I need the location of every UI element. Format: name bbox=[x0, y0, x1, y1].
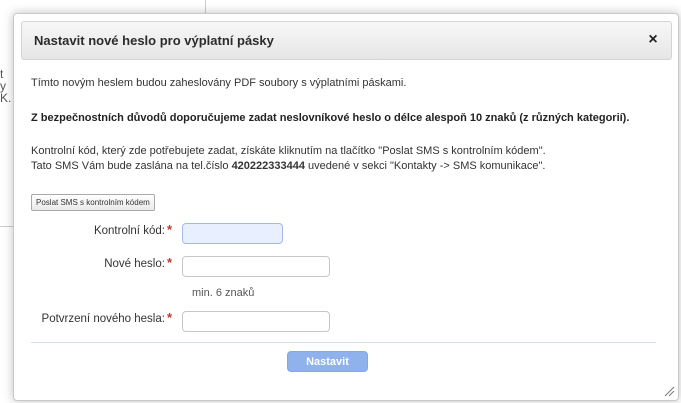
new-password-label: Nové heslo: * bbox=[104, 255, 172, 270]
info-line-2-prefix: Tato SMS Vám bude zaslána na tel.číslo bbox=[31, 160, 232, 172]
set-password-dialog: Nastavit nové heslo pro výplatní pásky ×… bbox=[13, 13, 679, 401]
info-line-2: Tato SMS Vám bude zaslána na tel.číslo 4… bbox=[31, 160, 545, 172]
dialog-title: Nastavit nové heslo pro výplatní pásky bbox=[34, 33, 274, 48]
intro-text: Tímto novým heslem budou zaheslovány PDF… bbox=[31, 77, 407, 89]
control-code-label: Kontrolní kód: * bbox=[94, 222, 172, 237]
required-mark: * bbox=[166, 222, 172, 237]
confirm-password-label: Potvrzení nového hesla: * bbox=[42, 310, 172, 325]
recommendation-text: Z bezpečnostních důvodů doporučujeme zad… bbox=[31, 112, 630, 124]
info-line-2-suffix: uvedené v sekci "Kontakty -> SMS komunik… bbox=[304, 160, 546, 172]
send-sms-button[interactable]: Poslat SMS s kontrolním kódem bbox=[31, 194, 155, 211]
new-password-input[interactable] bbox=[182, 256, 330, 277]
close-icon[interactable]: × bbox=[644, 31, 662, 49]
form-separator bbox=[31, 342, 656, 343]
required-mark: * bbox=[166, 255, 172, 270]
background-side-text: t y K. bbox=[0, 68, 12, 104]
new-password-label-text: Nové heslo: bbox=[104, 258, 165, 270]
required-mark: * bbox=[166, 310, 172, 325]
resize-handle-icon[interactable] bbox=[663, 385, 675, 397]
background-divider bbox=[205, 0, 206, 14]
set-password-button[interactable]: Nastavit heslo bbox=[287, 351, 368, 387]
confirm-password-label-text: Potvrzení nového hesla: bbox=[41, 313, 165, 325]
dialog-header: Nastavit nové heslo pro výplatní pásky × bbox=[21, 21, 672, 60]
confirm-password-input[interactable] bbox=[182, 311, 330, 332]
info-line-1: Kontrolní kód, který zde potřebujete zad… bbox=[31, 145, 546, 157]
phone-number: 420222333444 bbox=[231, 160, 305, 172]
control-code-input[interactable] bbox=[182, 223, 283, 244]
control-code-label-text: Kontrolní kód: bbox=[93, 225, 165, 237]
background-line bbox=[0, 226, 14, 227]
new-password-hint: min. 6 znaků bbox=[192, 287, 255, 299]
